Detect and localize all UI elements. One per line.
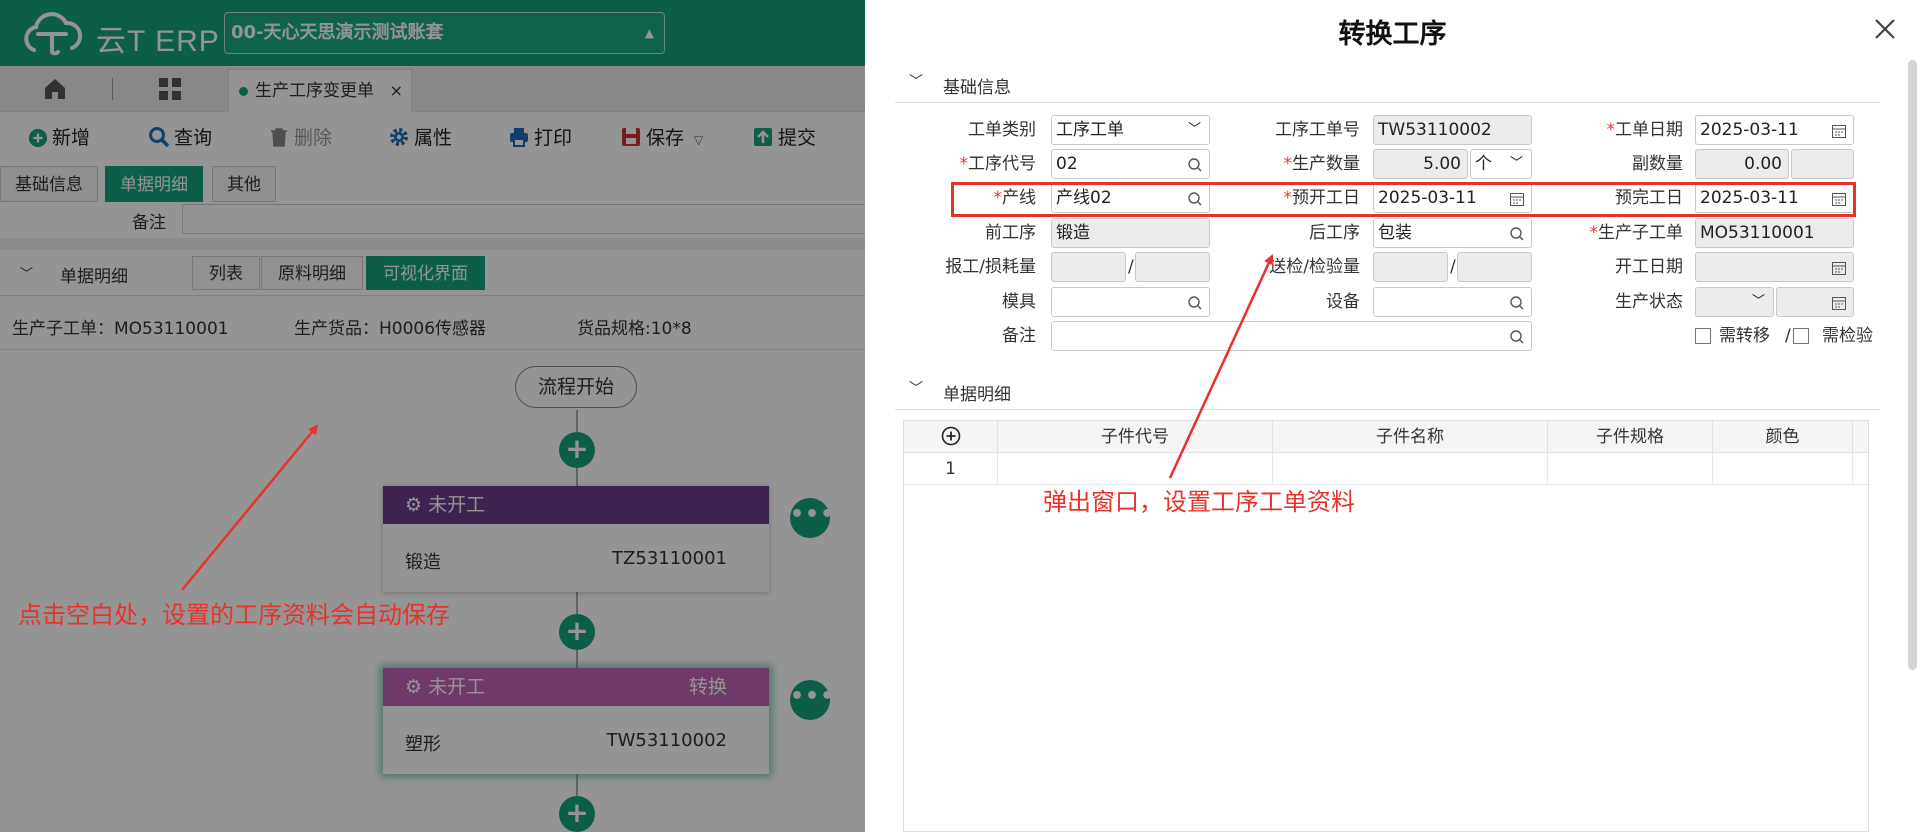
required-mark: *: [1283, 154, 1293, 174]
chevron-down-icon: ﹀: [1187, 122, 1201, 137]
sub-order-label-text: 生产子工单: [1598, 223, 1683, 243]
unit-value: 个: [1475, 154, 1492, 174]
erp-app-background: 云T ERP 00-天心天思演示测试账套 ▲ 生产工序变更单 × 新增 查询 删…: [0, 0, 865, 832]
scrollbar[interactable]: [1908, 60, 1917, 670]
sub-order-label: *生产子工单: [1545, 218, 1684, 248]
required-mark: *: [959, 154, 969, 174]
row-number: 1: [904, 453, 998, 485]
col-header-part-code[interactable]: 子件代号: [998, 421, 1273, 453]
need-inspect-checkbox[interactable]: [1793, 328, 1809, 344]
annotation-right-text: 弹出窗口，设置工序工单资料: [1043, 488, 1355, 516]
prod-status-select[interactable]: ﹀: [1695, 287, 1774, 317]
equipment-label: 设备: [1326, 292, 1360, 312]
basic-info-section-header[interactable]: ﹀ 基础信息: [895, 65, 1880, 103]
cell-part-spec[interactable]: [1548, 453, 1713, 485]
order-date-label-text: 工单日期: [1615, 120, 1683, 140]
start-date-field[interactable]: [1695, 252, 1854, 282]
order-type-select[interactable]: 工序工单 ﹀: [1051, 115, 1210, 145]
section-title: 单据明细: [943, 385, 1011, 405]
slash-separator: /: [1785, 326, 1791, 346]
need-transfer-checkbox[interactable]: [1695, 328, 1711, 344]
process-code-value: 02: [1056, 154, 1078, 174]
chevron-down-icon: ﹀: [909, 74, 923, 90]
inspect-qty-label: 送检/检验量: [1269, 257, 1360, 277]
table-row[interactable]: 1: [904, 453, 1868, 485]
dialog-title: 转换工序: [1338, 19, 1447, 50]
section-title: 基础信息: [943, 78, 1011, 98]
need-inspect-label: 需检验: [1822, 326, 1873, 346]
close-icon[interactable]: [1870, 14, 1900, 44]
prev-proc-label: 前工序: [985, 223, 1036, 243]
slash-separator: /: [1450, 257, 1456, 277]
remark-input[interactable]: [1051, 321, 1532, 351]
next-proc-label: 后工序: [1309, 223, 1360, 243]
loss-qty-field[interactable]: [1135, 252, 1210, 282]
start-date-label: 开工日期: [1615, 257, 1683, 277]
calendar-icon[interactable]: [1831, 260, 1847, 276]
need-transfer-label: 需转移: [1719, 326, 1770, 346]
inspected-qty-field[interactable]: [1457, 252, 1532, 282]
equipment-input[interactable]: [1373, 287, 1532, 317]
required-mark: *: [1606, 120, 1616, 140]
qty-field[interactable]: 5.00: [1373, 149, 1468, 179]
search-icon[interactable]: [1187, 295, 1203, 311]
status-date-field[interactable]: [1776, 287, 1854, 317]
required-mark: *: [1589, 223, 1599, 243]
chevron-down-icon: ﹀: [909, 381, 923, 397]
search-icon[interactable]: [1187, 157, 1203, 173]
search-icon[interactable]: [1509, 295, 1525, 311]
col-header-part-spec[interactable]: 子件规格: [1548, 421, 1713, 453]
annotation-left-text: 点击空白处，设置的工序资料会自动保存: [18, 601, 450, 629]
process-code-label: *工序代号: [900, 149, 1037, 179]
report-qty-field[interactable]: [1051, 252, 1126, 282]
next-proc-value: 包装: [1378, 223, 1412, 243]
order-no-label: 工序工单号: [1275, 120, 1360, 140]
order-date-value: 2025-03-11: [1700, 120, 1799, 140]
mold-label: 模具: [1002, 292, 1036, 312]
order-no-field[interactable]: TW53110002: [1373, 115, 1532, 145]
remark-label: 备注: [1002, 326, 1036, 346]
col-header-part-name[interactable]: 子件名称: [1273, 421, 1548, 453]
modal-backdrop[interactable]: [0, 0, 865, 832]
highlight-box: [951, 182, 1856, 217]
qty-label-text: 生产数量: [1292, 154, 1360, 174]
prev-proc-field[interactable]: 锻造: [1051, 218, 1210, 248]
order-date-label: *工单日期: [1545, 115, 1684, 145]
grid-header: 子件代号 子件名称 子件规格 颜色: [904, 421, 1868, 453]
order-type-value: 工序工单: [1056, 120, 1124, 140]
cell-part-name[interactable]: [1273, 453, 1548, 485]
search-icon[interactable]: [1509, 329, 1525, 345]
cell-part-code[interactable]: [998, 453, 1273, 485]
send-inspect-field[interactable]: [1373, 252, 1448, 282]
detail-section-header[interactable]: ﹀ 单据明细: [895, 372, 1880, 410]
sub-qty-label: 副数量: [1632, 154, 1683, 174]
calendar-icon[interactable]: [1831, 295, 1847, 311]
add-row-button[interactable]: [904, 421, 998, 453]
calendar-icon[interactable]: [1831, 123, 1847, 139]
report-loss-label: 报工/损耗量: [945, 257, 1036, 277]
unit-select[interactable]: 个 ﹀: [1470, 149, 1532, 179]
order-date-input[interactable]: 2025-03-11: [1695, 115, 1854, 145]
chevron-down-icon: ﹀: [1509, 156, 1523, 171]
process-code-label-text: 工序代号: [968, 154, 1036, 174]
prod-status-label: 生产状态: [1615, 292, 1683, 312]
chevron-down-icon: ﹀: [1751, 294, 1765, 309]
next-proc-input[interactable]: 包装: [1373, 218, 1532, 248]
qty-label: *生产数量: [1222, 149, 1361, 179]
sub-order-field[interactable]: MO53110001: [1695, 218, 1854, 248]
slash-separator: /: [1128, 257, 1134, 277]
sub-qty-field[interactable]: 0.00: [1695, 149, 1789, 179]
mold-input[interactable]: [1051, 287, 1210, 317]
plus-circle-icon: [941, 426, 960, 446]
col-header-color[interactable]: 颜色: [1713, 421, 1853, 453]
order-type-label: 工单类别: [968, 120, 1036, 140]
search-icon[interactable]: [1509, 226, 1525, 242]
cell-color[interactable]: [1713, 453, 1853, 485]
process-code-input[interactable]: 02: [1051, 149, 1210, 179]
sub-unit-field[interactable]: [1791, 149, 1854, 179]
